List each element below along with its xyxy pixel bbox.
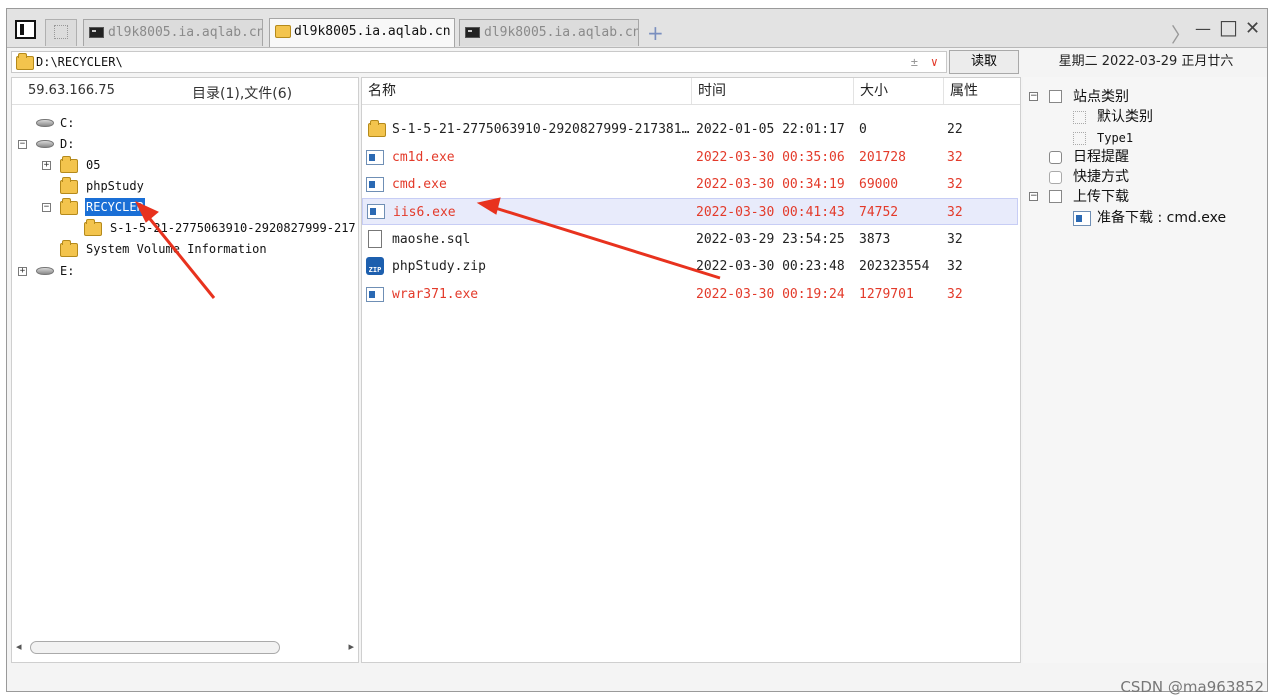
zip-icon: ZIP [366, 257, 384, 275]
folder-icon [60, 177, 78, 194]
folder-icon [60, 240, 78, 257]
tree-header: 59.63.166.75 目录(1),文件(6) [12, 78, 358, 105]
category-icon [1073, 111, 1086, 124]
pin-icon[interactable]: ± [911, 52, 918, 72]
tab-label: dl9k8005.ia.aqlab.cn [108, 25, 263, 40]
file-row-selected[interactable]: iis6.exe 2022-03-30 00:41:43 74752 32 [362, 198, 1018, 225]
background-strip [0, 0, 1280, 8]
folder-icon [275, 25, 291, 38]
column-name[interactable]: 名称 [362, 78, 692, 104]
category-icon [1049, 90, 1062, 103]
panel-toggle-icon[interactable] [15, 20, 36, 39]
folder-icon [368, 120, 386, 137]
scroll-right-icon[interactable]: ▸ [348, 640, 354, 653]
exe-icon [367, 204, 385, 219]
drive-icon [36, 267, 54, 275]
dropdown-icon[interactable]: ∨ [931, 52, 938, 72]
tab-terminal-2[interactable]: dl9k8005.ia.aqlab.cn [459, 19, 639, 46]
exe-icon [366, 150, 384, 165]
file-row[interactable]: cm1d.exe 2022-03-30 00:35:06 201728 32 [362, 144, 1018, 171]
add-tab-button[interactable]: + [647, 21, 664, 45]
hand-icon [1049, 171, 1062, 184]
file-row[interactable]: wrar371.exe 2022-03-30 00:19:24 1279701 … [362, 281, 1018, 308]
directory-tree-panel: 59.63.166.75 目录(1),文件(6) C: − D: + 05 ph… [11, 77, 359, 663]
server-ip: 59.63.166.75 [28, 83, 115, 98]
file-row[interactable]: maoshe.sql 2022-03-29 23:54:25 3873 32 [362, 226, 1018, 253]
file-list-panel: 名称 时间 大小 属性 S-1-5-21-2775063910-29208279… [361, 77, 1021, 663]
exe-icon [366, 177, 384, 192]
tree-folder-sid[interactable]: S-1-5-21-2775063910-2920827999-217 [84, 219, 358, 237]
drive-icon [36, 140, 54, 148]
path-input[interactable]: D:\RECYCLER\ ± ∨ [11, 51, 947, 73]
collapse-icon[interactable]: − [42, 203, 51, 212]
column-attr[interactable]: 属性 [944, 78, 1018, 104]
file-row[interactable]: ZIP phpStudy.zip 2022-03-30 00:23:48 202… [362, 253, 1018, 280]
tab-label: dl9k8005.ia.aqlab.cn [294, 24, 451, 39]
folder-icon [60, 156, 78, 173]
minimize-button[interactable]: — [1195, 19, 1211, 38]
close-button[interactable]: ✕ [1245, 18, 1260, 39]
file-row[interactable]: S-1-5-21-2775063910-2920827999-217381...… [362, 116, 1018, 143]
blank-tab-icon[interactable] [45, 19, 77, 46]
expand-icon[interactable]: + [18, 267, 27, 276]
folder-icon [84, 219, 102, 236]
read-button[interactable]: 读取 [949, 50, 1019, 74]
clock-icon [1049, 151, 1062, 164]
nav-forward-icon[interactable]: 〉 [1171, 19, 1191, 48]
watermark: CSDN @ma963852 [1120, 678, 1264, 696]
transfer-icon [1049, 190, 1062, 203]
open-folder-icon [60, 198, 78, 215]
horizontal-scrollbar[interactable]: ◂ ▸ [16, 640, 354, 656]
category-icon [1073, 132, 1086, 145]
collapse-icon[interactable]: − [1029, 92, 1038, 101]
address-bar: D:\RECYCLER\ ± ∨ 读取 [7, 49, 1019, 75]
file-row[interactable]: cmd.exe 2022-03-30 00:34:19 69000 32 [362, 171, 1018, 198]
file-icon [368, 230, 382, 248]
folder-icon [16, 53, 34, 70]
exe-icon [1073, 211, 1091, 226]
path-text: D:\RECYCLER\ [36, 55, 123, 69]
site-info-panel: − 站点类别 默认类别 Type1 日程提醒 快捷方式 − 上传下载 准备下载 … [1023, 77, 1267, 663]
maximize-button[interactable]: □ [1219, 15, 1238, 39]
date-display: 星期二 2022-03-29 正月廿六 [1058, 54, 1234, 69]
terminal-icon [89, 27, 104, 38]
column-size[interactable]: 大小 [854, 78, 944, 104]
tab-label: dl9k8005.ia.aqlab.cn [484, 25, 639, 40]
scroll-thumb[interactable] [30, 641, 280, 654]
exe-icon [366, 287, 384, 302]
tab-bar: dl9k8005.ia.aqlab.cn dl9k8005.ia.aqlab.c… [7, 9, 1267, 48]
terminal-icon [465, 27, 480, 38]
tab-file-manager[interactable]: dl9k8005.ia.aqlab.cn [269, 18, 455, 47]
dir-summary: 目录(1),文件(6) [192, 86, 293, 102]
column-time[interactable]: 时间 [692, 78, 854, 104]
drive-icon [36, 119, 54, 127]
expand-icon[interactable]: + [42, 161, 51, 170]
collapse-icon[interactable]: − [1029, 192, 1038, 201]
scroll-left-icon[interactable]: ◂ [16, 640, 22, 653]
tab-terminal-1[interactable]: dl9k8005.ia.aqlab.cn [83, 19, 263, 46]
collapse-icon[interactable]: − [18, 140, 27, 149]
file-manager-window: dl9k8005.ia.aqlab.cn dl9k8005.ia.aqlab.c… [6, 8, 1268, 692]
file-list-header: 名称 时间 大小 属性 [362, 78, 1020, 105]
